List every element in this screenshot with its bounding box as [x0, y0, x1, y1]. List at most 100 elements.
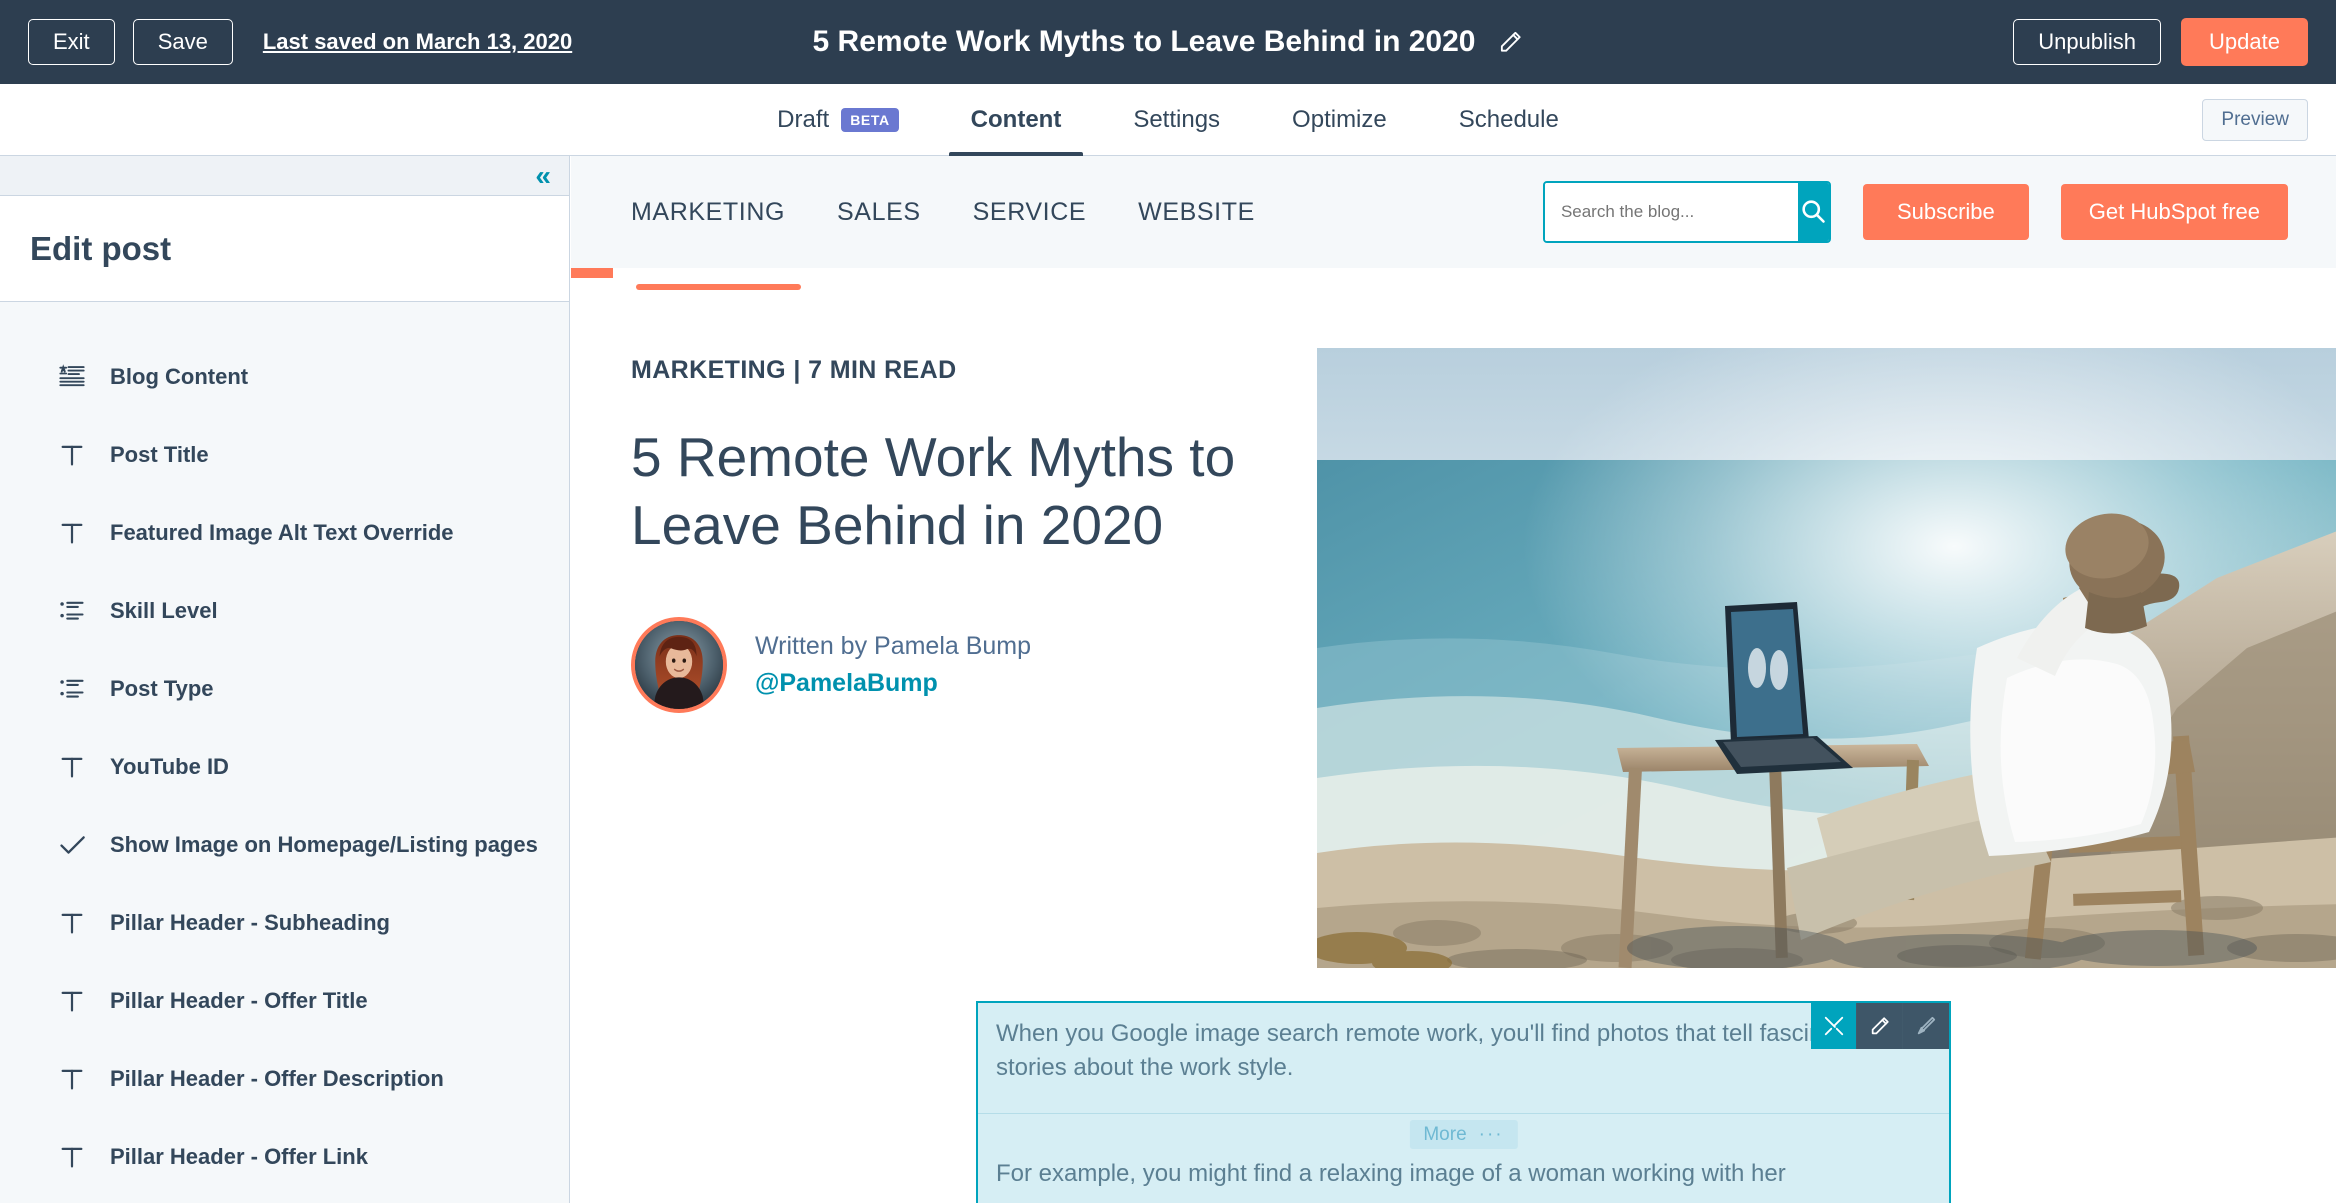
module-divider — [978, 1113, 1949, 1114]
sidebar-item-skill-level[interactable]: Skill Level — [0, 572, 569, 650]
tab-settings-label: Settings — [1133, 105, 1221, 133]
post-preview-pane: MARKETING SALES SERVICE WEBSITE Subscrib… — [571, 156, 2336, 1203]
sidebar-item-label: Post Type — [110, 676, 214, 701]
beta-badge: BETA — [841, 107, 899, 132]
pencil-icon[interactable] — [1497, 29, 1523, 55]
author-info: Written by Pamela Bump @PamelaBump — [755, 632, 1031, 698]
sidebar-item-label: Post Title — [110, 442, 209, 467]
draft-label: Draft — [777, 105, 830, 133]
editor-tab-bar: Draft BETA Content Settings Optimize Sch… — [0, 84, 2336, 156]
blog-nav-website[interactable]: WEBSITE — [1138, 198, 1255, 227]
magnifier-icon — [1799, 197, 1827, 228]
tab-content-label: Content — [970, 105, 1062, 133]
sidebar-item-pillar-header-offer-link[interactable]: Pillar Header - Offer Link — [0, 1118, 569, 1196]
selected-rich-text-module[interactable]: When you Google image search remote work… — [976, 1001, 1951, 1203]
subscribe-button[interactable]: Subscribe — [1862, 184, 2029, 240]
sidebar-collapse-row: « — [0, 156, 569, 196]
article-text-column: MARKETING | 7 MIN READ 5 Remote Work Myt… — [631, 348, 1271, 968]
tab-settings[interactable]: Settings — [1097, 84, 1256, 156]
sidebar-title: Edit post — [30, 229, 172, 267]
more-label: More — [1423, 1124, 1467, 1145]
list-select-icon — [58, 675, 86, 703]
module-paragraph-2: For example, you might find a relaxing i… — [996, 1160, 1786, 1187]
sidebar-item-pillar-header-subheading[interactable]: Pillar Header - Subheading — [0, 884, 569, 962]
tab-schedule-label: Schedule — [1458, 105, 1559, 133]
sidebar-item-post-title[interactable]: Post Title — [0, 416, 569, 494]
more-button[interactable]: More ··· — [1409, 1120, 1518, 1149]
text-block-icon — [58, 363, 86, 391]
tab-schedule[interactable]: Schedule — [1423, 84, 1595, 156]
tab-list: Draft BETA Content Settings Optimize Sch… — [741, 84, 1595, 156]
author-byline: Written by Pamela Bump @PamelaBump — [631, 617, 1271, 714]
text-field-icon — [58, 519, 86, 547]
featured-image — [1317, 348, 2336, 968]
text-field-icon — [58, 441, 86, 469]
ellipsis-icon: ··· — [1478, 1124, 1504, 1145]
author-handle-link[interactable]: @PamelaBump — [755, 669, 1031, 698]
checkmark-icon — [58, 831, 86, 859]
avatar — [631, 617, 727, 714]
sidebar-item-youtube-id[interactable]: YouTube ID — [0, 728, 569, 806]
search-button[interactable] — [1797, 183, 1829, 241]
update-button[interactable]: Update — [2181, 18, 2308, 66]
sidebar-item-label: Pillar Header - Subheading — [110, 910, 390, 935]
tab-optimize[interactable]: Optimize — [1256, 84, 1423, 156]
save-button[interactable]: Save — [132, 19, 233, 65]
sidebar-item-featured-image-alt-text-override[interactable]: Featured Image Alt Text Override — [0, 494, 569, 572]
sidebar-item-label: Pillar Header - Offer Description — [110, 1066, 444, 1091]
last-saved-link[interactable]: Last saved on March 13, 2020 — [263, 29, 572, 55]
sidebar-item-pillar-header-offer-description[interactable]: Pillar Header - Offer Description — [0, 1040, 569, 1118]
exit-button[interactable]: Exit — [28, 19, 115, 65]
text-field-icon — [58, 987, 86, 1015]
get-hubspot-free-button[interactable]: Get HubSpot free — [2060, 184, 2288, 240]
sidebar-item-label: Show Image on Homepage/Listing pages — [110, 832, 538, 857]
text-field-icon — [58, 1143, 86, 1171]
tab-optimize-label: Optimize — [1292, 105, 1387, 133]
blog-nav-actions: Subscribe Get HubSpot free — [1542, 181, 2288, 243]
module-paragraph-1: When you Google image search remote work… — [996, 1020, 1875, 1082]
sidebar-item-list: Blog Content Post Title Featured Image A… — [0, 302, 569, 1196]
article-title: 5 Remote Work Myths to Leave Behind in 2… — [631, 426, 1236, 557]
blog-nav-service[interactable]: SERVICE — [973, 198, 1087, 227]
collapse-sidebar-icon[interactable]: « — [535, 161, 550, 190]
app-header: Exit Save Last saved on March 13, 2020 5… — [0, 0, 2336, 84]
paintbrush-icon[interactable] — [1903, 1003, 1949, 1049]
article-body: MARKETING | 7 MIN READ 5 Remote Work Myt… — [571, 278, 2336, 968]
text-field-icon — [58, 909, 86, 937]
pencil-icon[interactable] — [1857, 1003, 1903, 1049]
preview-button[interactable]: Preview — [2202, 98, 2308, 141]
header-right-group: Unpublish Update — [2013, 18, 2308, 66]
edit-post-sidebar: « Edit post Blog Content Post Title Feat… — [0, 156, 570, 1203]
sidebar-item-label: YouTube ID — [110, 754, 229, 779]
text-field-icon — [58, 753, 86, 781]
blog-nav-marketing[interactable]: MARKETING — [631, 198, 785, 227]
unpublish-button[interactable]: Unpublish — [2013, 19, 2162, 65]
header-title-group: 5 Remote Work Myths to Leave Behind in 2… — [813, 25, 1524, 59]
sidebar-item-show-image-on-homepage[interactable]: Show Image on Homepage/Listing pages — [0, 806, 569, 884]
header-left-group: Exit Save Last saved on March 13, 2020 — [28, 19, 572, 65]
progress-bar-segment — [571, 268, 613, 278]
blog-search-box — [1542, 181, 1831, 243]
author-name: Written by Pamela Bump — [755, 632, 1032, 661]
text-field-icon — [58, 1065, 86, 1093]
sidebar-item-label: Pillar Header - Offer Title — [110, 988, 368, 1013]
list-select-icon — [58, 597, 86, 625]
reading-progress-bar — [571, 268, 2336, 290]
blog-nav-links: MARKETING SALES SERVICE WEBSITE — [631, 198, 1255, 227]
page-title: 5 Remote Work Myths to Leave Behind in 2… — [812, 25, 1476, 58]
sidebar-header: Edit post — [0, 196, 569, 302]
article-eyebrow: MARKETING | 7 MIN READ — [631, 356, 957, 384]
sidebar-item-label: Blog Content — [110, 364, 249, 389]
search-input[interactable] — [1544, 183, 1798, 241]
blog-site-nav: MARKETING SALES SERVICE WEBSITE Subscrib… — [571, 156, 2336, 268]
sidebar-item-pillar-header-offer-title[interactable]: Pillar Header - Offer Title — [0, 962, 569, 1040]
sidebar-item-label: Featured Image Alt Text Override — [110, 520, 454, 545]
sidebar-item-blog-content[interactable]: Blog Content — [0, 338, 569, 416]
sidebar-item-post-type[interactable]: Post Type — [0, 650, 569, 728]
tab-content[interactable]: Content — [935, 84, 1098, 156]
blog-nav-sales[interactable]: SALES — [837, 198, 921, 227]
sidebar-item-label: Pillar Header - Offer Link — [110, 1144, 368, 1169]
sidebar-item-label: Skill Level — [110, 598, 218, 623]
tools-icon[interactable] — [1811, 1003, 1857, 1049]
progress-bar-underline — [636, 284, 801, 290]
